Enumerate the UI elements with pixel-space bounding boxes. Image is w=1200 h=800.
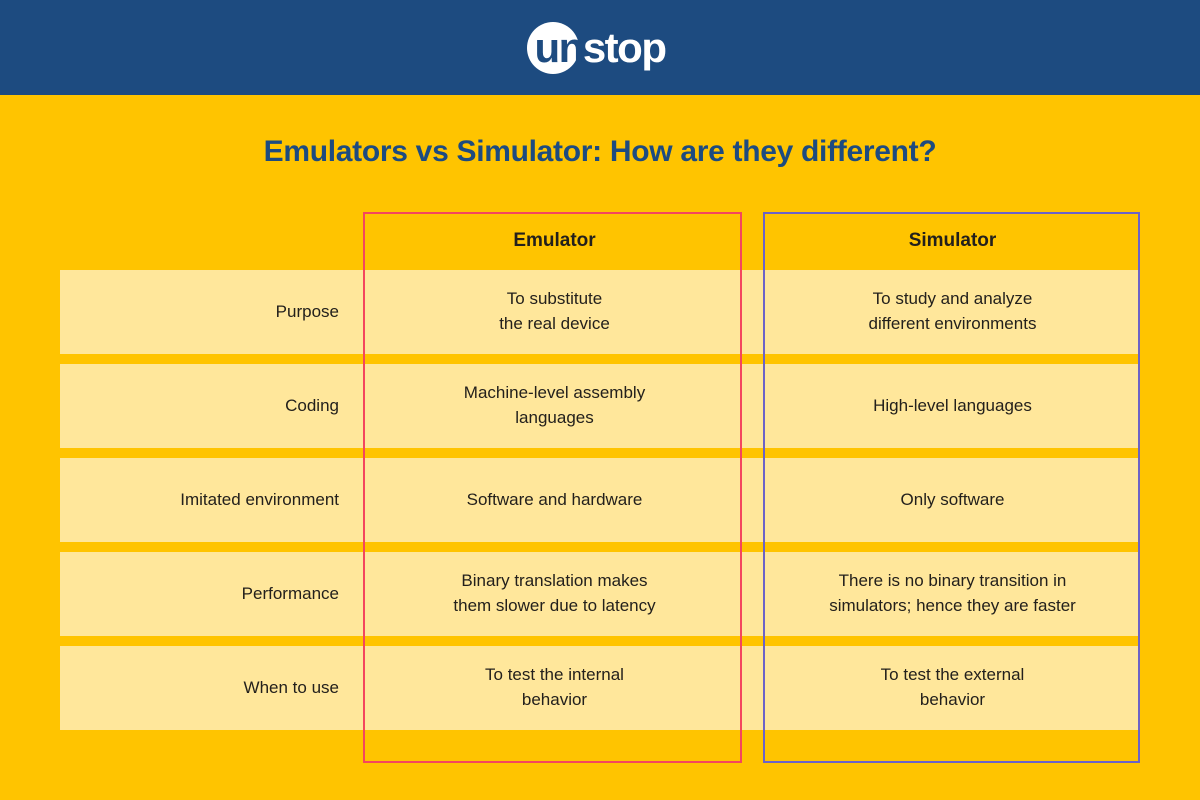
column-gap — [746, 364, 767, 448]
table-row: Performance Binary translation makes them… — [60, 552, 1138, 636]
logo-text-un: un — [534, 23, 585, 71]
header-emulator-label: Emulator — [513, 230, 596, 252]
column-gap — [746, 646, 767, 730]
row-emulator-value: To test the internal behavior — [485, 665, 624, 709]
row-simulator-value: There is no binary transition in simulato… — [829, 571, 1076, 615]
row-simulator-value: Only software — [900, 489, 1005, 509]
table-row: Imitated environment Software and hardwa… — [60, 458, 1138, 542]
row-attribute-label: Purpose — [275, 301, 339, 321]
row-emulator-value: To substitute the real device — [499, 289, 610, 333]
row-emulator-value: Machine-level assembly languages — [463, 383, 646, 427]
table-row: Coding Machine-level assembly languages H… — [60, 364, 1138, 448]
row-emulator-value: Software and hardware — [466, 489, 643, 509]
row-simulator-value: To study and analyze different environmen… — [868, 289, 1037, 333]
table-row: When to use To test the internal behavior… — [60, 646, 1138, 730]
header-attribute-label — [60, 212, 363, 270]
unstop-logo: unstop — [526, 21, 667, 74]
page-title: Emulators vs Simulator: How are they dif… — [263, 135, 937, 168]
logo-text-stop: stop — [582, 23, 667, 71]
row-simulator-value: To test the external behavior — [880, 665, 1025, 709]
column-gap — [746, 552, 767, 636]
row-attribute-label: Imitated environment — [180, 489, 339, 509]
infographic-page: unstop Emulators vs Simulator: How are t… — [0, 0, 1200, 800]
header-simulator-label: Simulator — [908, 230, 997, 252]
table-header-row: Emulator Simulator — [60, 212, 1138, 270]
column-gap — [746, 212, 767, 270]
row-attribute-label: Coding — [285, 395, 339, 415]
brand-header-bar: unstop — [0, 0, 1200, 95]
logo-wordmark: unstop — [534, 22, 667, 74]
row-attribute-label: Performance — [241, 583, 339, 603]
row-simulator-value: High-level languages — [873, 395, 1032, 415]
comparison-table: Emulator Simulator Purpose To substitute… — [60, 212, 1138, 740]
row-emulator-value: Binary translation makes them slower due … — [453, 571, 656, 615]
table-row: Purpose To substitute the real device To … — [60, 270, 1138, 354]
column-gap — [746, 458, 767, 542]
row-attribute-label: When to use — [243, 677, 339, 697]
column-gap — [746, 270, 767, 354]
